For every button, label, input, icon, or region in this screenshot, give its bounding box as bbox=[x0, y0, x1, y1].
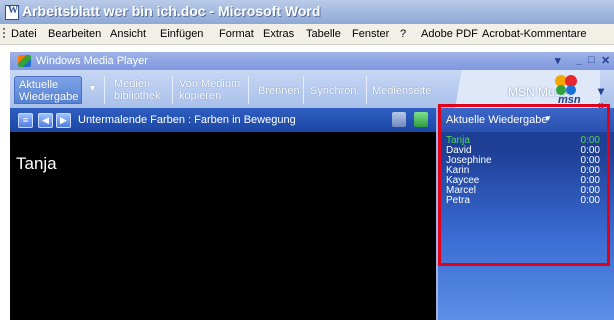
wmp-minimize-button[interactable]: _ bbox=[576, 54, 582, 66]
menu-einfuegen[interactable]: Einfügen bbox=[160, 28, 203, 40]
menu-fenster[interactable]: Fenster bbox=[352, 28, 389, 40]
tab-label: Aktuelle Wiedergabe bbox=[19, 79, 79, 103]
menu-datei[interactable]: Datei bbox=[11, 28, 37, 40]
menu-grip-handle[interactable] bbox=[3, 28, 5, 40]
tab-msn-music[interactable]: MSN Music msn bbox=[442, 70, 600, 108]
fullscreen-icon[interactable] bbox=[414, 112, 428, 127]
menu-extras[interactable]: Extras bbox=[263, 28, 294, 40]
wmp-menu-dropdown-icon[interactable]: ▾ bbox=[555, 54, 561, 67]
menu-format[interactable]: Format bbox=[219, 28, 254, 40]
menu-tabelle[interactable]: Tabelle bbox=[306, 28, 341, 40]
tab-medienseite[interactable]: Medienseite bbox=[372, 85, 431, 97]
menu-help[interactable]: ? bbox=[400, 28, 406, 40]
now-playing-caption: Tanja bbox=[16, 154, 57, 173]
tab-separator bbox=[303, 76, 304, 104]
now-playing-info-bar: ≡ ◀ ▶ Untermalende Farben : Farben in Be… bbox=[10, 108, 436, 132]
tab-synchron[interactable]: Synchron. bbox=[310, 85, 360, 97]
tab-label: Medien- bibliothek bbox=[114, 78, 161, 102]
annotation-highlight-box bbox=[438, 104, 610, 266]
tab-label: Von Medium kopieren bbox=[179, 78, 241, 102]
word-window-title: Arbeitsblatt wer bin ich.doc - Microsoft… bbox=[22, 3, 321, 19]
menu-ansicht[interactable]: Ansicht bbox=[110, 28, 146, 40]
next-visualization-icon[interactable]: ▶ bbox=[56, 113, 71, 128]
tab-label: Medienseite bbox=[372, 85, 432, 97]
visualization-area[interactable]: Tanja bbox=[10, 132, 436, 320]
wmp-restore-button[interactable]: □ bbox=[588, 54, 595, 66]
wmp-close-button[interactable]: ✕ bbox=[601, 54, 610, 67]
tab-brennen[interactable]: Brennen bbox=[258, 85, 300, 97]
tab-aktuelle-wiedergabe[interactable]: Aktuelle Wiedergabe bbox=[14, 76, 82, 104]
wmp-title-bar: Windows Media Player ▾ _ □ ✕ bbox=[10, 52, 614, 70]
tab-dropdown-icon[interactable]: ▼ bbox=[88, 82, 97, 94]
menu-bearbeiten[interactable]: Bearbeiten bbox=[48, 28, 101, 40]
menu-adobe-pdf[interactable]: Adobe PDF bbox=[421, 28, 478, 40]
tab-separator bbox=[172, 76, 173, 104]
tab-label: Synchron. bbox=[310, 85, 360, 97]
tab-separator bbox=[366, 76, 367, 104]
word-document-icon[interactable]: W bbox=[5, 5, 19, 20]
menu-acrobat-kommentare[interactable]: Acrobat-Kommentare bbox=[482, 28, 587, 40]
playlist-view-icon[interactable] bbox=[392, 112, 406, 127]
word-menu-bar: Datei Bearbeiten Ansicht Einfügen Format… bbox=[0, 24, 614, 45]
tab-von-medium-kopieren[interactable]: Von Medium kopieren bbox=[179, 78, 247, 102]
wmp-window-title: Windows Media Player bbox=[36, 55, 148, 67]
word-document-icon-letter: W bbox=[8, 5, 18, 16]
visualization-name: Untermalende Farben : Farben in Bewegung bbox=[78, 114, 296, 126]
tab-separator bbox=[248, 76, 249, 104]
msn-butterfly-icon bbox=[555, 75, 577, 95]
wmp-tab-bar: Aktuelle Wiedergabe ▼ Medien- bibliothek… bbox=[10, 70, 614, 112]
previous-visualization-icon[interactable]: ◀ bbox=[38, 113, 53, 128]
tab-medienbibliothek[interactable]: Medien- bibliothek bbox=[114, 78, 174, 102]
tab-label: Brennen bbox=[258, 85, 300, 97]
tab-separator bbox=[104, 76, 105, 104]
word-title-bar: W Arbeitsblatt wer bin ich.doc - Microso… bbox=[0, 0, 614, 24]
menu-list-icon[interactable]: ≡ bbox=[18, 113, 33, 128]
windows-media-player-logo-icon bbox=[18, 55, 31, 67]
